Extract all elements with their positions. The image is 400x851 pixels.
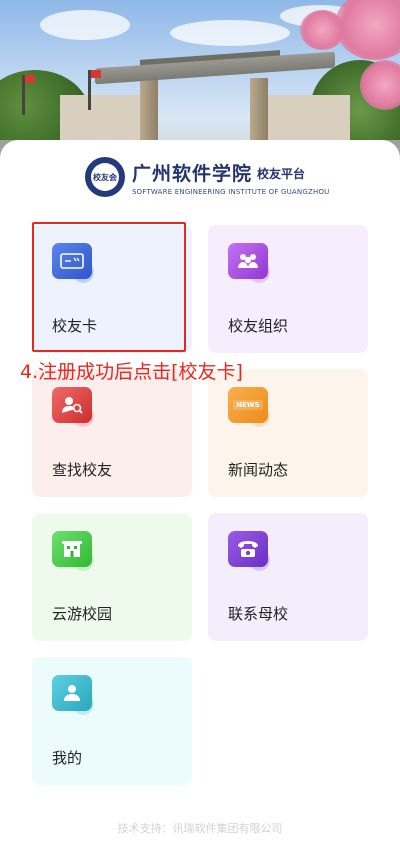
search-person-icon — [52, 387, 92, 423]
group-icon — [228, 243, 268, 279]
tile-find-alumni[interactable]: 查找校友 — [32, 369, 192, 497]
tile-label: 查找校友 — [52, 461, 113, 479]
campus-icon — [52, 531, 92, 567]
tile-alumni-organization[interactable]: 校友组织 — [208, 225, 368, 353]
tutorial-highlight-box — [32, 222, 186, 352]
tile-label: 校友组织 — [228, 317, 289, 335]
tile-news[interactable]: NEWS 新闻动态 — [208, 369, 368, 497]
seal-text: 校友会 — [91, 163, 119, 191]
school-english-name: SOFTWARE ENGINEERING INSTITUTE OF GUANGZ… — [132, 188, 330, 196]
school-header: 校友会 广州软件学院 校友平台 SOFTWARE ENGINEERING INS… — [0, 154, 400, 202]
news-icon: NEWS — [228, 387, 268, 423]
tile-label: 新闻动态 — [228, 461, 289, 479]
tile-label: 我的 — [52, 749, 83, 767]
news-badge-text: NEWS — [233, 400, 263, 410]
tile-contact-school[interactable]: 联系母校 — [208, 513, 368, 641]
tile-virtual-campus[interactable]: 云游校园 — [32, 513, 192, 641]
tile-label: 联系母校 — [228, 605, 289, 623]
profile-icon — [52, 675, 92, 711]
page: 校友会 广州软件学院 校友平台 SOFTWARE ENGINEERING INS… — [0, 0, 400, 851]
phone-icon — [228, 531, 268, 567]
tech-support-footer: 技术支持：讯瑞软件集团有限公司 — [117, 822, 283, 835]
tile-my-profile[interactable]: 我的 — [32, 657, 192, 785]
tile-label: 云游校园 — [52, 605, 113, 623]
school-seal-logo: 校友会 — [85, 157, 125, 197]
tutorial-annotation: 4.注册成功后点击[校友卡] — [20, 361, 243, 383]
school-name: 广州软件学院 — [132, 163, 253, 185]
platform-name: 校友平台 — [257, 167, 306, 181]
